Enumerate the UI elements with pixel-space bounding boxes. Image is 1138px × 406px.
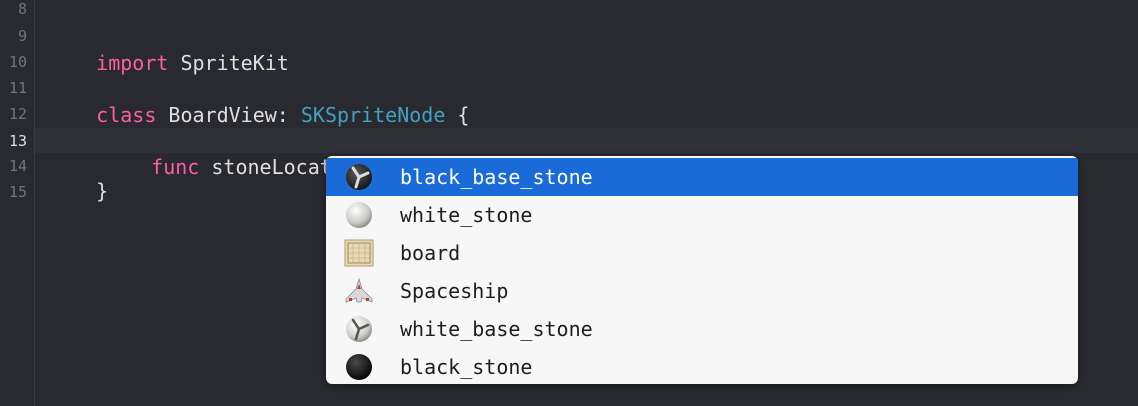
completion-item-label: black_base_stone [400, 165, 593, 189]
completion-item-label: board [400, 241, 461, 265]
code-text: } [96, 179, 109, 203]
line-number: 8 [17, 0, 27, 18]
line-number: 14 [8, 157, 27, 175]
spaceship-icon [345, 277, 373, 303]
completion-item-board[interactable]: board [326, 234, 1078, 272]
completion-item-white-base-stone[interactable]: white_base_stone [326, 310, 1078, 348]
completion-item-label: white_stone [400, 203, 533, 227]
completion-item-spaceship[interactable]: Spaceship [326, 272, 1078, 310]
line-number-current: 13 [8, 132, 27, 150]
white-stone-icon [346, 202, 372, 228]
keyword: func [151, 155, 200, 179]
completion-item-label: Spaceship [400, 279, 509, 303]
code-line-14[interactable]: } [48, 152, 108, 230]
keyword: import [96, 51, 169, 75]
type-name: SKSpriteNode [300, 103, 446, 127]
black-base-stone-icon [346, 164, 372, 190]
keyword: class [96, 103, 157, 127]
line-number: 9 [17, 27, 27, 45]
code-completion-popup[interactable]: black_base_stone white_stone board Space… [326, 156, 1078, 384]
line-number: 11 [8, 79, 27, 97]
completion-item-black-stone[interactable]: black_stone [326, 348, 1078, 384]
code-text: { [445, 103, 470, 127]
completion-item-black-base-stone[interactable]: black_base_stone [326, 158, 1078, 196]
line-number: 10 [8, 53, 27, 71]
line-number-gutter: 8 9 10 11 12 13 14 15 [0, 0, 35, 406]
line-number: 15 [8, 183, 27, 201]
white-base-stone-icon [346, 316, 372, 342]
completion-item-white-stone[interactable]: white_stone [326, 196, 1078, 234]
code-text: SpriteKit [168, 51, 289, 75]
board-icon [344, 239, 374, 267]
completion-item-label: black_stone [400, 355, 533, 379]
code-text: BoardView: [156, 103, 301, 127]
completion-item-label: white_base_stone [400, 317, 593, 341]
black-stone-icon [346, 354, 372, 380]
line-number: 12 [8, 105, 27, 123]
